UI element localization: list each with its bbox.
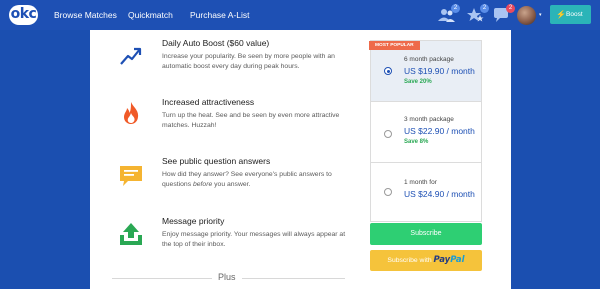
subscription-panel: Daily Auto Boost ($60 value) Increase yo… <box>90 30 511 289</box>
okc-logo[interactable]: okc <box>9 5 38 25</box>
likes-count-badge: 2 <box>451 4 460 13</box>
paypal-subscribe-button[interactable]: Subscribe with PayPal <box>370 250 482 271</box>
trending-up-icon <box>120 47 142 65</box>
nav-quickmatch[interactable]: Quickmatch <box>128 10 173 20</box>
messages-button[interactable]: 2 <box>492 4 515 24</box>
feature-title: Message priority <box>162 216 225 226</box>
likes-button[interactable]: 2 <box>437 4 460 24</box>
plan-price: US $24.90 / month <box>404 189 475 199</box>
feature-public-answers: See public question answers How did they… <box>90 156 360 206</box>
messages-count-badge: 2 <box>506 4 515 13</box>
plan-selector: 6 month package US $19.90 / month Save 2… <box>370 40 482 222</box>
divider <box>242 278 345 279</box>
description-emphasis: before <box>192 181 213 189</box>
plus-heading: Plus <box>218 272 236 282</box>
nav-purchase-a-list[interactable]: Purchase A-List <box>190 10 250 20</box>
paypal-logo-pal: Pal <box>450 255 465 265</box>
paypal-logo-pay: Pay <box>433 255 451 265</box>
feature-description: Turn up the heat. See and be seen by eve… <box>162 112 340 130</box>
most-popular-badge: MOST POPULAR <box>369 41 420 50</box>
plan-name: 1 month for <box>404 179 437 186</box>
boost-label: Boost <box>566 11 583 18</box>
plan-savings: Save 8% <box>404 139 429 145</box>
top-nav-bar: okc Browse Matches Quickmatch Purchase A… <box>0 0 600 30</box>
logo-text: okc <box>10 6 37 22</box>
feature-description: Increase your popularity. Be seen by mor… <box>162 53 335 71</box>
feature-description: How did they answer? See everyone's publ… <box>162 170 352 190</box>
chevron-down-icon[interactable]: ▾ <box>539 12 542 18</box>
feature-attractiveness: Increased attractiveness Turn up the hea… <box>90 97 360 147</box>
flame-icon <box>124 102 139 124</box>
feature-title: See public question answers <box>162 156 271 166</box>
feature-description: Enjoy message priority. Your messages wi… <box>162 231 346 249</box>
paypal-button-label: Subscribe with <box>387 257 432 264</box>
plan-name: 3 month package <box>404 116 454 123</box>
upload-tray-icon <box>120 223 142 245</box>
radio-button[interactable] <box>384 67 392 75</box>
plan-name: 6 month package <box>404 56 454 63</box>
paypal-logo: PayPal <box>434 255 465 265</box>
plan-option-3-month[interactable]: 3 month package US $22.90 / month Save 8… <box>371 102 481 162</box>
plan-price: US $22.90 / month <box>404 126 475 136</box>
intros-button[interactable]: 2 <box>466 4 489 24</box>
boost-button[interactable]: ⚡ Boost <box>550 5 591 24</box>
nav-browse-matches[interactable]: Browse Matches <box>54 10 117 20</box>
radio-button[interactable] <box>384 130 392 138</box>
plan-option-6-month[interactable]: 6 month package US $19.90 / month Save 2… <box>371 41 481 101</box>
description-text: you answer. <box>212 181 251 189</box>
feature-title: Daily Auto Boost ($60 value) <box>162 38 270 48</box>
plan-price: US $19.90 / month <box>404 66 475 76</box>
avatar[interactable] <box>517 6 536 25</box>
plan-option-1-month[interactable]: 1 month for US $24.90 / month <box>371 163 481 221</box>
plan-savings: Save 20% <box>404 79 432 85</box>
chat-bubble-icon <box>120 166 142 186</box>
lightning-icon: ⚡ <box>556 10 566 19</box>
feature-message-priority: Message priority Enjoy message priority.… <box>90 216 360 266</box>
subscribe-button[interactable]: Subscribe <box>370 223 482 245</box>
divider <box>112 278 212 279</box>
feature-auto-boost: Daily Auto Boost ($60 value) Increase yo… <box>90 38 360 88</box>
radio-button[interactable] <box>384 188 392 196</box>
feature-title: Increased attractiveness <box>162 97 255 107</box>
intros-count-badge: 2 <box>480 4 489 13</box>
